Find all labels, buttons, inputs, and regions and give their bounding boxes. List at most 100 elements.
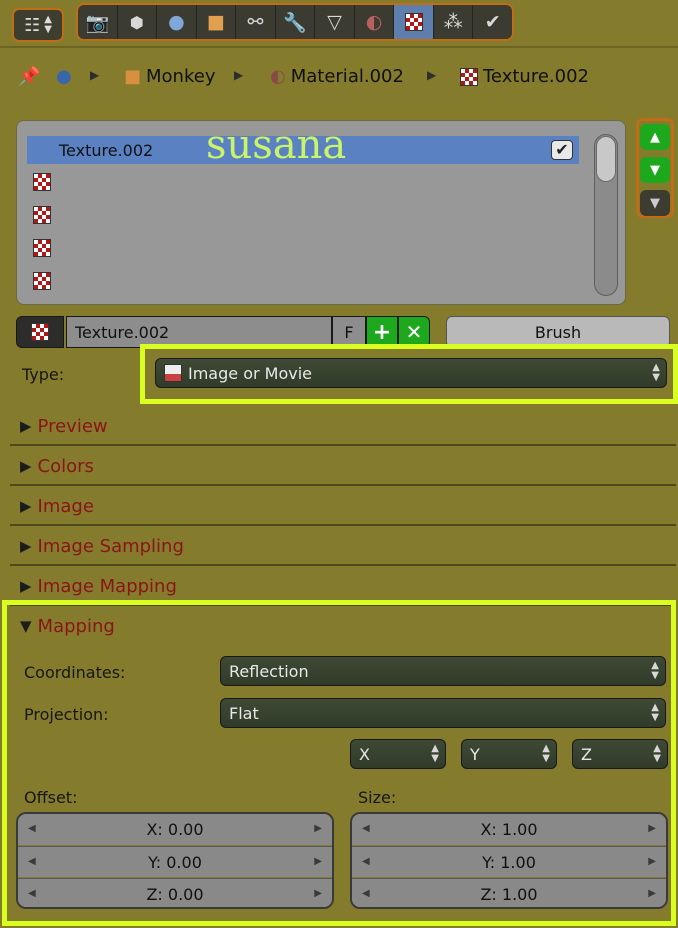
tab-physics[interactable]: ✔: [473, 5, 512, 39]
world-icon: ●: [168, 11, 185, 33]
expand-arrow-icon: ▶: [20, 577, 32, 595]
texture-name-field[interactable]: Texture.002: [66, 316, 332, 348]
offset-z-field[interactable]: ◀ Z: 0.00 ▶: [18, 878, 332, 907]
breadcrumb-separator-icon: ▶: [427, 68, 437, 82]
scrollbar-thumb[interactable]: [596, 136, 616, 182]
close-icon: ✕: [405, 320, 423, 344]
size-z-field[interactable]: ◀ Z: 1.00 ▶: [352, 878, 666, 907]
breadcrumb-separator-icon: ▶: [90, 68, 100, 82]
move-down-button[interactable]: ▼: [640, 157, 670, 183]
texture-icon: [31, 323, 49, 341]
arrow-down-icon: ▼: [650, 162, 660, 178]
plus-icon: +: [372, 319, 392, 345]
layers-icon: ⬢: [129, 12, 144, 32]
size-x-field[interactable]: ◀ X: 1.00 ▶: [352, 814, 666, 845]
unlink-texture-button[interactable]: ✕: [398, 316, 430, 348]
chevron-down-icon: ▼: [650, 195, 660, 211]
data-icon: ▽: [327, 11, 342, 33]
scene-icon: ●: [56, 66, 72, 87]
offset-x-field[interactable]: ◀ X: 0.00 ▶: [18, 814, 332, 845]
decrement-arrow-icon[interactable]: ◀: [362, 823, 370, 834]
material-icon: ◐: [365, 11, 383, 33]
dropdown-arrows-icon: ▲ ▼: [652, 362, 660, 383]
panel-mapping[interactable]: ▼ Mapping: [10, 607, 676, 645]
offset-fields: ◀ X: 0.00 ▶ ◀ Y: 0.00 ▶ ◀ Z: 0.00 ▶: [16, 812, 334, 909]
increment-arrow-icon[interactable]: ▶: [648, 823, 656, 834]
tab-texture[interactable]: [394, 5, 434, 39]
decrement-arrow-icon[interactable]: ◀: [28, 823, 36, 834]
specials-menu-button[interactable]: ▼: [640, 190, 670, 216]
expand-arrow-icon: ▶: [20, 537, 32, 555]
increment-arrow-icon[interactable]: ▶: [314, 888, 322, 899]
size-fields: ◀ X: 1.00 ▶ ◀ Y: 1.00 ▶ ◀ Z: 1.00 ▶: [350, 812, 668, 909]
tab-render[interactable]: 📷: [78, 5, 118, 39]
list-item[interactable]: [27, 168, 579, 196]
expand-arrow-icon: ▶: [20, 497, 32, 515]
list-item[interactable]: [27, 267, 579, 295]
constraints-icon: ⚯: [247, 11, 264, 33]
projection-dropdown[interactable]: Flat ▲ ▼: [220, 698, 666, 728]
material-sphere-icon: ◐: [270, 66, 286, 87]
tab-constraints[interactable]: ⚯: [236, 5, 276, 39]
tab-world[interactable]: ●: [157, 5, 197, 39]
list-item[interactable]: [27, 234, 579, 262]
decrement-arrow-icon[interactable]: ◀: [28, 856, 36, 867]
object-icon: ■: [206, 11, 225, 33]
tab-material[interactable]: ◐: [355, 5, 395, 39]
properties-editor-icon: ☷: [24, 14, 41, 36]
panel-image-sampling[interactable]: ▶ Image Sampling: [10, 528, 676, 566]
pin-icon[interactable]: 📌: [18, 66, 40, 87]
dropdown-arrows-icon: ▲ ▼: [651, 702, 659, 723]
size-label: Size:: [358, 788, 397, 807]
projection-label: Projection:: [24, 705, 109, 724]
dropdown-arrows-icon: ▲ ▼: [653, 743, 661, 764]
decrement-arrow-icon[interactable]: ◀: [28, 888, 36, 899]
editor-type-button[interactable]: ☷ ▲ ▼: [12, 8, 64, 42]
offset-y-field[interactable]: ◀ Y: 0.00 ▶: [18, 846, 332, 877]
physics-icon: ✔: [484, 11, 501, 33]
increment-arrow-icon[interactable]: ▶: [648, 888, 656, 899]
decrement-arrow-icon[interactable]: ◀: [362, 888, 370, 899]
tab-data[interactable]: ▽: [315, 5, 355, 39]
coordinates-dropdown[interactable]: Reflection ▲ ▼: [220, 656, 666, 686]
brush-button[interactable]: Brush: [446, 316, 670, 348]
decrement-arrow-icon[interactable]: ◀: [362, 856, 370, 867]
particles-icon: ⁂: [443, 11, 463, 33]
image-icon: [164, 364, 182, 382]
panel-preview[interactable]: ▶ Preview: [10, 408, 676, 446]
increment-arrow-icon[interactable]: ▶: [648, 856, 656, 867]
offset-label: Offset:: [24, 788, 78, 807]
enabled-checkbox[interactable]: ✔: [551, 140, 573, 160]
tab-modifiers[interactable]: 🔧: [276, 5, 316, 39]
new-texture-button[interactable]: +: [366, 316, 398, 348]
expand-arrow-icon: ▶: [20, 457, 32, 475]
list-item[interactable]: [27, 201, 579, 229]
tab-render-layers[interactable]: ⬢: [118, 5, 158, 39]
modifiers-icon: 🔧: [283, 11, 307, 34]
fake-user-button[interactable]: F: [332, 316, 366, 348]
axis-z-dropdown[interactable]: Z ▲ ▼: [572, 739, 668, 769]
coordinates-label: Coordinates:: [24, 663, 126, 682]
axis-y-dropdown[interactable]: Y ▲ ▼: [461, 739, 557, 769]
texture-browse-button[interactable]: [16, 316, 64, 348]
dropdown-arrows-icon: ▲ ▼: [651, 660, 659, 681]
increment-arrow-icon[interactable]: ▶: [314, 823, 322, 834]
editor-type-arrows-icon: ▲ ▼: [44, 14, 52, 35]
panel-image[interactable]: ▶ Image: [10, 488, 676, 526]
panel-image-mapping[interactable]: ▶ Image Mapping: [10, 568, 676, 606]
increment-arrow-icon[interactable]: ▶: [314, 856, 322, 867]
expand-arrow-icon: ▶: [20, 417, 32, 435]
move-up-button[interactable]: ▲: [640, 124, 670, 150]
tab-particles[interactable]: ⁂: [434, 5, 474, 39]
panel-colors[interactable]: ▶ Colors: [10, 448, 676, 486]
dropdown-arrows-icon: ▲ ▼: [542, 743, 550, 764]
breadcrumb-texture: Texture.002: [460, 66, 589, 87]
texture-icon: [33, 239, 51, 257]
breadcrumb-separator-icon: ▶: [234, 68, 244, 82]
axis-x-dropdown[interactable]: X ▲ ▼: [350, 739, 446, 769]
size-y-field[interactable]: ◀ Y: 1.00 ▶: [352, 846, 666, 877]
tab-object[interactable]: ■: [197, 5, 237, 39]
texture-icon: [33, 206, 51, 224]
breadcrumb-material: ◐ Material.002: [270, 66, 404, 87]
type-dropdown[interactable]: Image or Movie ▲ ▼: [155, 358, 667, 388]
